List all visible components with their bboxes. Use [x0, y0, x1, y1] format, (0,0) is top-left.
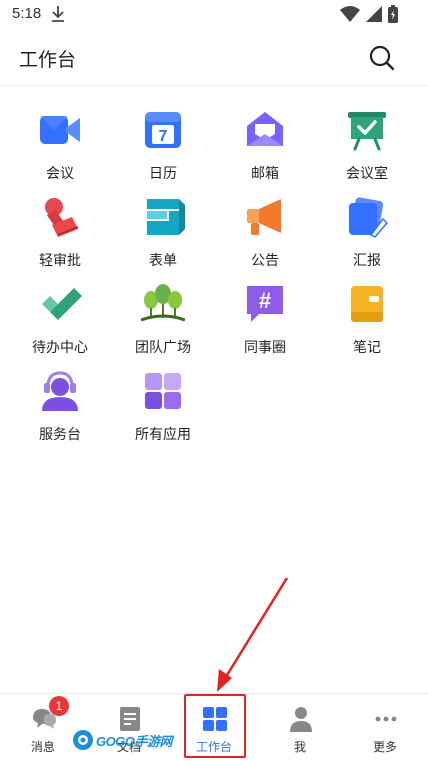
watermark-logo-icon — [73, 730, 93, 750]
app-announcement[interactable]: 公告 — [220, 195, 310, 275]
app-team-plaza[interactable]: 团队广场 — [118, 282, 208, 362]
calendar-glyph: 7 — [159, 128, 168, 145]
hashtag-glyph: # — [259, 288, 271, 313]
unread-badge: 1 — [49, 696, 69, 716]
app-all-apps[interactable]: 所有应用 — [118, 369, 208, 449]
hashtag-icon: # — [247, 286, 283, 322]
app-meeting[interactable]: 会议 — [15, 108, 105, 188]
app-label: 同事圈 — [244, 340, 286, 356]
tab-me[interactable]: 我 — [257, 694, 343, 761]
calendar-icon: 7 — [145, 112, 181, 148]
battery-icon — [388, 5, 398, 23]
report-icon — [349, 197, 389, 238]
checkmark-icon — [42, 288, 82, 320]
notebook-icon — [351, 286, 383, 322]
support-agent-icon — [42, 371, 78, 411]
status-bar: 5:18 — [0, 0, 428, 30]
page-title: 工作台 — [19, 49, 77, 71]
app-report[interactable]: 汇报 — [322, 195, 412, 275]
app-label: 会议 — [46, 166, 74, 182]
app-label: 邮箱 — [251, 166, 279, 182]
app-todo[interactable]: 待办中心 — [15, 282, 105, 362]
app-moments[interactable]: # 同事圈 — [220, 282, 310, 362]
app-mail[interactable]: 邮箱 — [220, 108, 310, 188]
app-label: 汇报 — [353, 253, 381, 269]
signal-icon — [366, 6, 382, 22]
app-label: 团队广场 — [135, 340, 191, 356]
status-time: 5:18 — [12, 5, 42, 22]
app-meeting-room[interactable]: 会议室 — [322, 108, 412, 188]
team-plaza-icon — [141, 284, 185, 322]
megaphone-icon — [247, 199, 281, 235]
download-icon — [52, 6, 64, 22]
app-label: 表单 — [149, 253, 177, 269]
watermark: GOGO手游网 — [72, 728, 172, 752]
app-service-desk[interactable]: 服务台 — [15, 369, 105, 449]
more-icon — [375, 716, 397, 722]
app-label: 公告 — [251, 253, 279, 269]
tab-more[interactable]: 更多 — [342, 694, 428, 761]
search-icon[interactable] — [368, 44, 396, 72]
mail-icon — [247, 112, 283, 146]
app-label: 日历 — [149, 166, 177, 182]
app-label: 笔记 — [353, 340, 381, 356]
app-calendar[interactable]: 7 日历 — [118, 108, 208, 188]
wifi-icon — [340, 6, 360, 22]
watermark-text: GOGO手游网 — [96, 733, 172, 749]
top-app-bar: 工作台 — [0, 30, 428, 86]
meeting-room-icon — [348, 112, 386, 151]
video-meeting-icon — [40, 116, 80, 144]
app-label: 所有应用 — [135, 427, 191, 443]
tab-label: 更多 — [372, 740, 397, 754]
app-form[interactable]: 表单 — [118, 195, 208, 275]
app-notes[interactable]: 笔记 — [322, 282, 412, 362]
annotation-highlight-box — [184, 694, 246, 758]
app-label: 会议室 — [346, 166, 388, 182]
all-apps-icon — [145, 373, 181, 409]
app-label: 服务台 — [39, 427, 81, 443]
status-icons — [340, 5, 398, 23]
tab-label: 我 — [293, 740, 306, 754]
app-label: 待办中心 — [32, 340, 88, 356]
app-label: 轻审批 — [39, 253, 81, 269]
form-icon — [147, 199, 185, 235]
person-icon — [290, 707, 312, 732]
stamp-icon — [45, 198, 79, 237]
app-approval[interactable]: 轻审批 — [15, 195, 105, 275]
